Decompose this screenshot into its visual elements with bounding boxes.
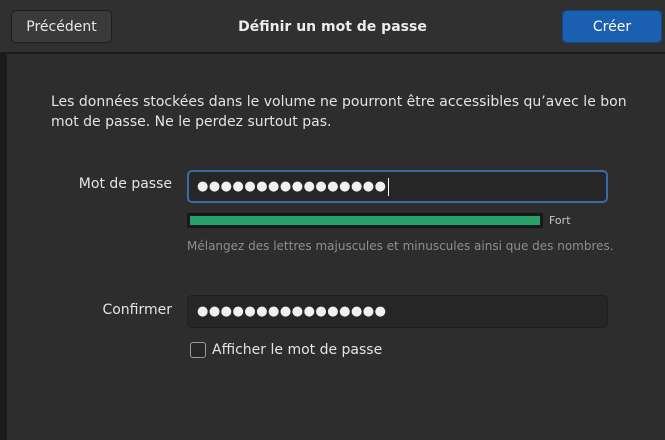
show-password-checkbox[interactable] xyxy=(190,342,206,358)
description-text: Les données stockées dans le volume ne p… xyxy=(51,94,627,130)
password-strength-label: Fort xyxy=(549,214,571,227)
password-field[interactable]: ●●●●●●●●●●●●●●●● xyxy=(187,170,608,203)
confirm-password-field[interactable]: ●●●●●●●●●●●●●●●● xyxy=(187,295,608,328)
password-label: Mot de passe xyxy=(78,176,172,192)
password-strength-bar xyxy=(187,213,543,228)
show-password-toggle[interactable]: Afficher le mot de passe xyxy=(190,342,382,358)
show-password-label: Afficher le mot de passe xyxy=(212,342,383,358)
confirm-label: Confirmer xyxy=(102,302,172,318)
password-strength-fill xyxy=(188,214,542,227)
password-hint: Mélangez des lettres majuscules et minus… xyxy=(187,239,614,253)
password-value: ●●●●●●●●●●●●●●●● xyxy=(197,179,387,194)
create-button[interactable]: Créer xyxy=(562,10,662,43)
text-caret xyxy=(387,177,389,196)
back-button[interactable]: Précédent xyxy=(11,10,112,43)
confirm-password-value: ●●●●●●●●●●●●●●●● xyxy=(197,304,387,319)
header-bar: Définir un mot de passe Précédent Créer xyxy=(0,0,665,53)
